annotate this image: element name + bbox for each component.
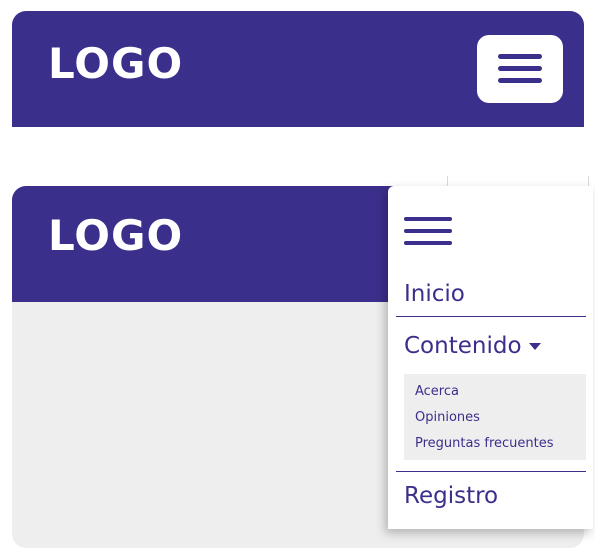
submenu: Acerca Opiniones Preguntas frecuentes <box>404 374 586 460</box>
nav-item-label: Contenido <box>404 333 522 359</box>
nav-item-registro[interactable]: Registro <box>404 483 498 509</box>
hamburger-icon-bar <box>404 241 452 245</box>
hamburger-icon <box>498 54 542 59</box>
logo: LOGO <box>48 211 184 260</box>
hamburger-menu-button[interactable] <box>477 35 563 103</box>
header-collapsed: LOGO <box>12 11 584 127</box>
submenu-item-opiniones[interactable]: Opiniones <box>415 410 480 425</box>
hamburger-icon-bar <box>498 78 542 83</box>
nav-item-contenido[interactable]: Contenido <box>404 333 541 359</box>
caret-down-icon <box>528 343 541 350</box>
nav-item-inicio[interactable]: Inicio <box>404 281 465 307</box>
logo: LOGO <box>48 39 184 88</box>
divider <box>396 471 586 472</box>
submenu-item-acerca[interactable]: Acerca <box>415 384 459 399</box>
nav-dropdown: Inicio Contenido Acerca Opiniones Pregun… <box>388 186 593 529</box>
divider <box>396 316 586 317</box>
hamburger-icon[interactable] <box>404 217 452 245</box>
hamburger-icon-bar <box>404 229 452 233</box>
hamburger-icon-bar <box>404 217 452 221</box>
hamburger-icon-bar <box>498 66 542 71</box>
submenu-item-preguntas-frecuentes[interactable]: Preguntas frecuentes <box>415 436 554 451</box>
